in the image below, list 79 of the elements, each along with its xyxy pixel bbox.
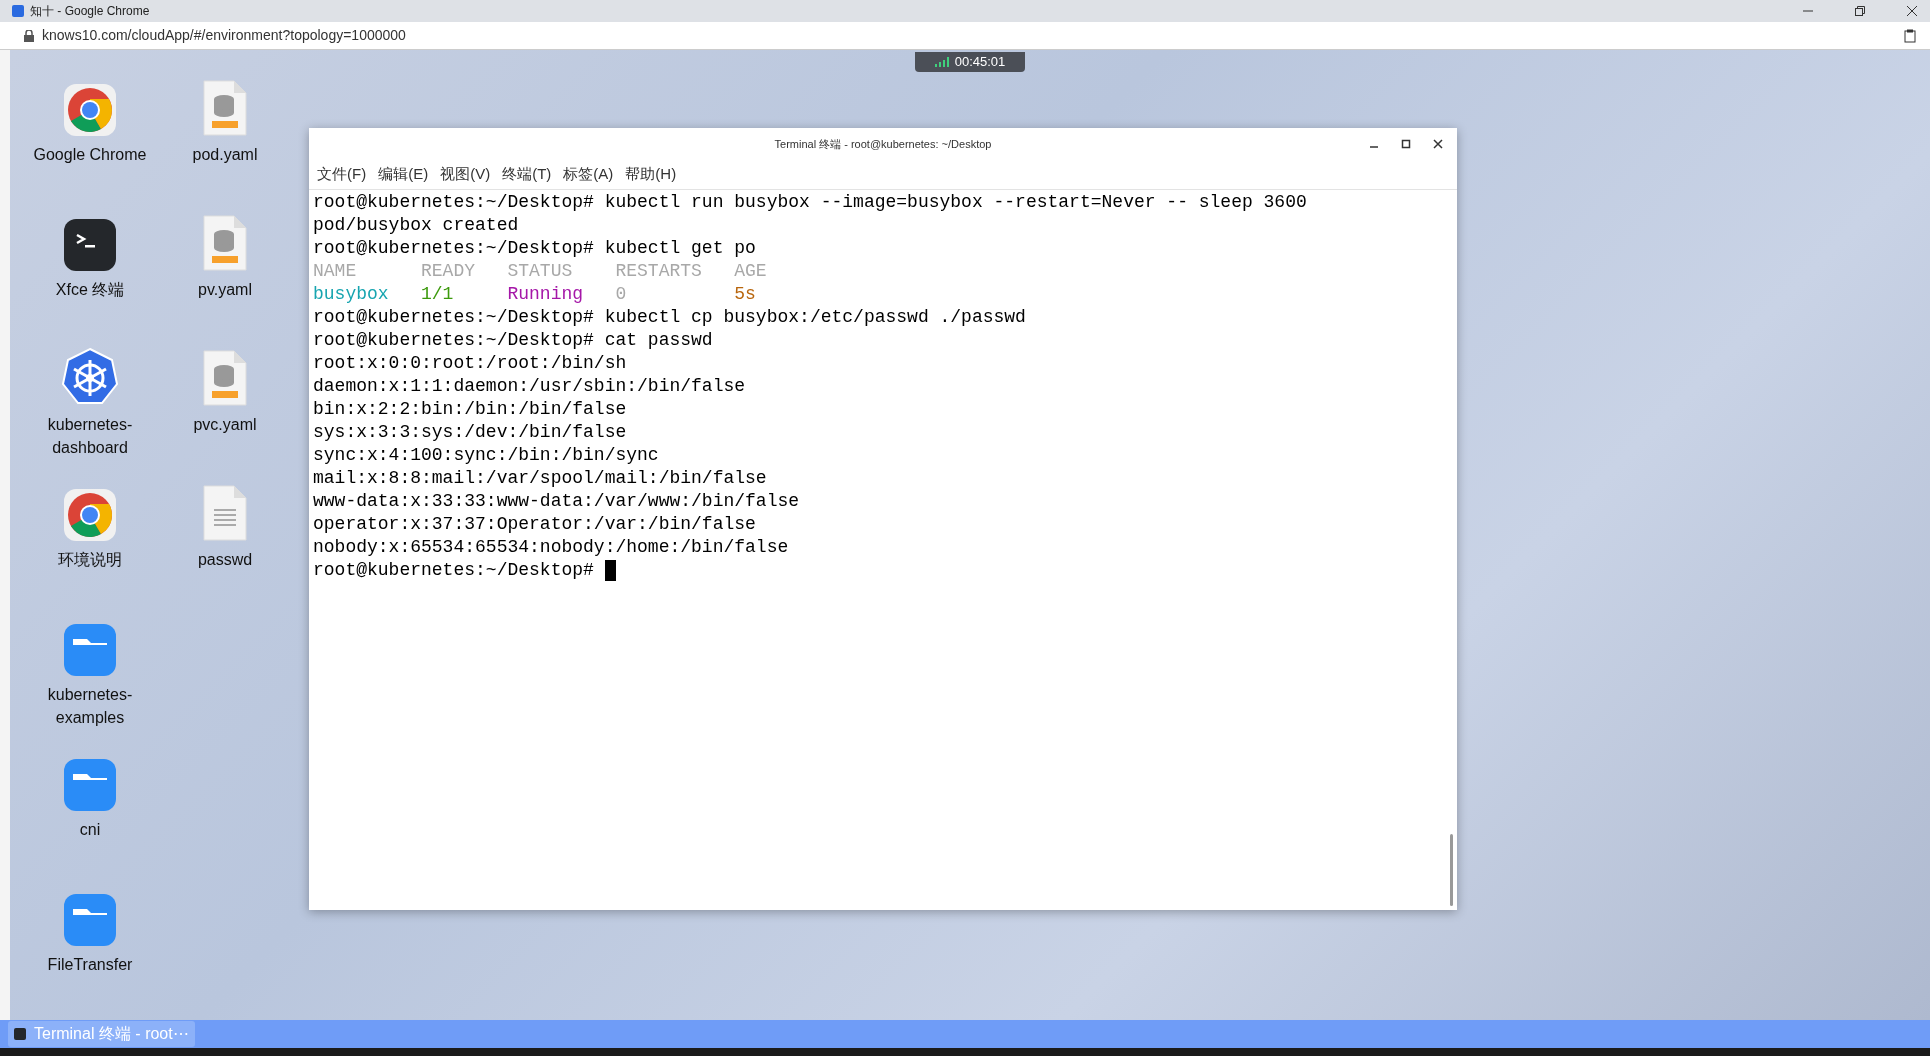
terminal-line: pod/busybox created: [313, 214, 519, 237]
icon-label: FileTransfer: [46, 955, 134, 975]
icon-label: kubernetes-examples: [46, 685, 134, 728]
terminal-line: operator:x:37:37:Operator:/var:/bin/false: [313, 513, 756, 536]
table-cell: busybox: [313, 284, 389, 304]
yaml-file-icon: [202, 79, 248, 137]
terminal-line: www-data:x:33:33:www-data:/var/www:/bin/false: [313, 490, 800, 513]
terminal-icon: [63, 218, 117, 272]
table-cell: 1/1: [421, 284, 454, 304]
terminal-line: root@kubernetes:~/Desktop# kubectl run busybox --image=busybox --restart=Never -- sleep 3600: [313, 191, 1307, 214]
desktop-icon[interactable]: pod.yaml: [160, 75, 290, 166]
icon-label: kubernetes-dashboard: [46, 415, 134, 458]
desktop-icon[interactable]: pv.yaml: [160, 210, 290, 301]
table-cell: Running: [507, 284, 584, 304]
yaml-file-icon: [202, 214, 248, 272]
terminal-line: root:x:0:0:root:/root:/bin/sh: [313, 352, 627, 375]
desktop-icon[interactable]: Xfce 终端: [25, 210, 155, 301]
table-cell: READY: [421, 261, 476, 281]
menu-item[interactable]: 编辑(E): [378, 163, 429, 186]
icon-label: pv.yaml: [197, 280, 253, 300]
terminal-line: daemon:x:1:1:daemon:/usr/sbin:/bin/false: [313, 375, 746, 398]
icon-label: passwd: [196, 550, 254, 570]
folder-icon: [63, 893, 117, 947]
menu-item[interactable]: 标签(A): [563, 163, 614, 186]
desktop-icon[interactable]: kubernetes-dashboard: [25, 345, 155, 459]
yaml-file-icon: [202, 349, 248, 407]
browser-icon: [63, 488, 117, 542]
table-cell: STATUS: [507, 261, 573, 281]
scrollbar: [1450, 834, 1453, 906]
session-timer: 00:45:01: [915, 52, 1025, 72]
terminal-line: bin:x:2:2:bin:/bin:/bin/false: [313, 398, 627, 421]
close-icon[interactable]: [1906, 5, 1918, 17]
clipboard-icon[interactable]: [1904, 28, 1916, 43]
terminal-line: sync:x:4:100:sync:/bin:/bin/sync: [313, 444, 659, 467]
table-cell: AGE: [734, 261, 767, 281]
menu-item[interactable]: 文件(F): [317, 163, 367, 186]
close-icon[interactable]: [1433, 139, 1443, 149]
icon-label: cni: [78, 820, 102, 840]
icon-label: Xfce 终端: [54, 280, 126, 300]
table-cell: NAME: [313, 261, 357, 281]
window-title: Terminal 终端 - root@kubernetes: ~/Desktop: [774, 136, 992, 152]
terminal-line: root@kubernetes:~/Desktop#: [313, 559, 594, 582]
menu-item[interactable]: 帮助(H): [625, 163, 677, 186]
terminal-icon: [14, 1028, 26, 1040]
icon-label: 环境说明: [57, 550, 123, 570]
folder-icon: [63, 623, 117, 677]
lock-icon: [24, 29, 34, 42]
folder-icon: [63, 758, 117, 812]
terminal-line: root@kubernetes:~/Desktop# cat passwd: [313, 329, 713, 352]
desktop-icon[interactable]: Google Chrome: [25, 75, 155, 166]
icon-label: pod.yaml: [191, 145, 259, 165]
terminal-line: root@kubernetes:~/Desktop# kubectl cp busybox:/etc/passwd ./passwd: [313, 306, 1026, 329]
table-cell: RESTARTS: [615, 261, 702, 281]
desktop-icon[interactable]: kubernetes-examples: [25, 615, 155, 729]
helm-wheel-icon: [60, 347, 120, 407]
desktop-icon[interactable]: 环境说明: [25, 480, 155, 571]
text-file-icon: [202, 484, 248, 542]
table-cell: 0: [615, 284, 627, 304]
desktop-icon[interactable]: cni: [25, 750, 155, 841]
url-text: knows10.com/cloudApp/#/environment?topology=1000000: [42, 26, 406, 45]
terminal-line: root@kubernetes:~/Desktop# kubectl get po: [313, 237, 756, 260]
terminal-line: nobody:x:65534:65534:nobody:/home:/bin/false: [313, 536, 789, 559]
site-icon: [12, 5, 24, 17]
signal-icon: [934, 57, 949, 67]
maximize-icon[interactable]: [1401, 139, 1411, 149]
table-cell: 5s: [734, 284, 756, 304]
terminal-line: sys:x:3:3:sys:/dev:/bin/false: [313, 421, 627, 444]
text-cursor: [604, 560, 616, 581]
menu-item[interactable]: 终端(T): [502, 163, 552, 186]
window-title: 知十 - Google Chrome: [30, 3, 150, 20]
browser-icon: [63, 83, 117, 137]
desktop-icon[interactable]: FileTransfer: [25, 885, 155, 976]
icon-label: Google Chrome: [32, 145, 148, 165]
icon-label: pvc.yaml: [192, 415, 258, 435]
desktop-icon[interactable]: passwd: [160, 480, 290, 571]
restore-icon[interactable]: [1854, 5, 1866, 17]
menu-item[interactable]: 视图(V): [440, 163, 491, 186]
desktop-icon[interactable]: pvc.yaml: [160, 345, 290, 436]
terminal-line: mail:x:8:8:mail:/var/spool/mail:/bin/false: [313, 467, 767, 490]
